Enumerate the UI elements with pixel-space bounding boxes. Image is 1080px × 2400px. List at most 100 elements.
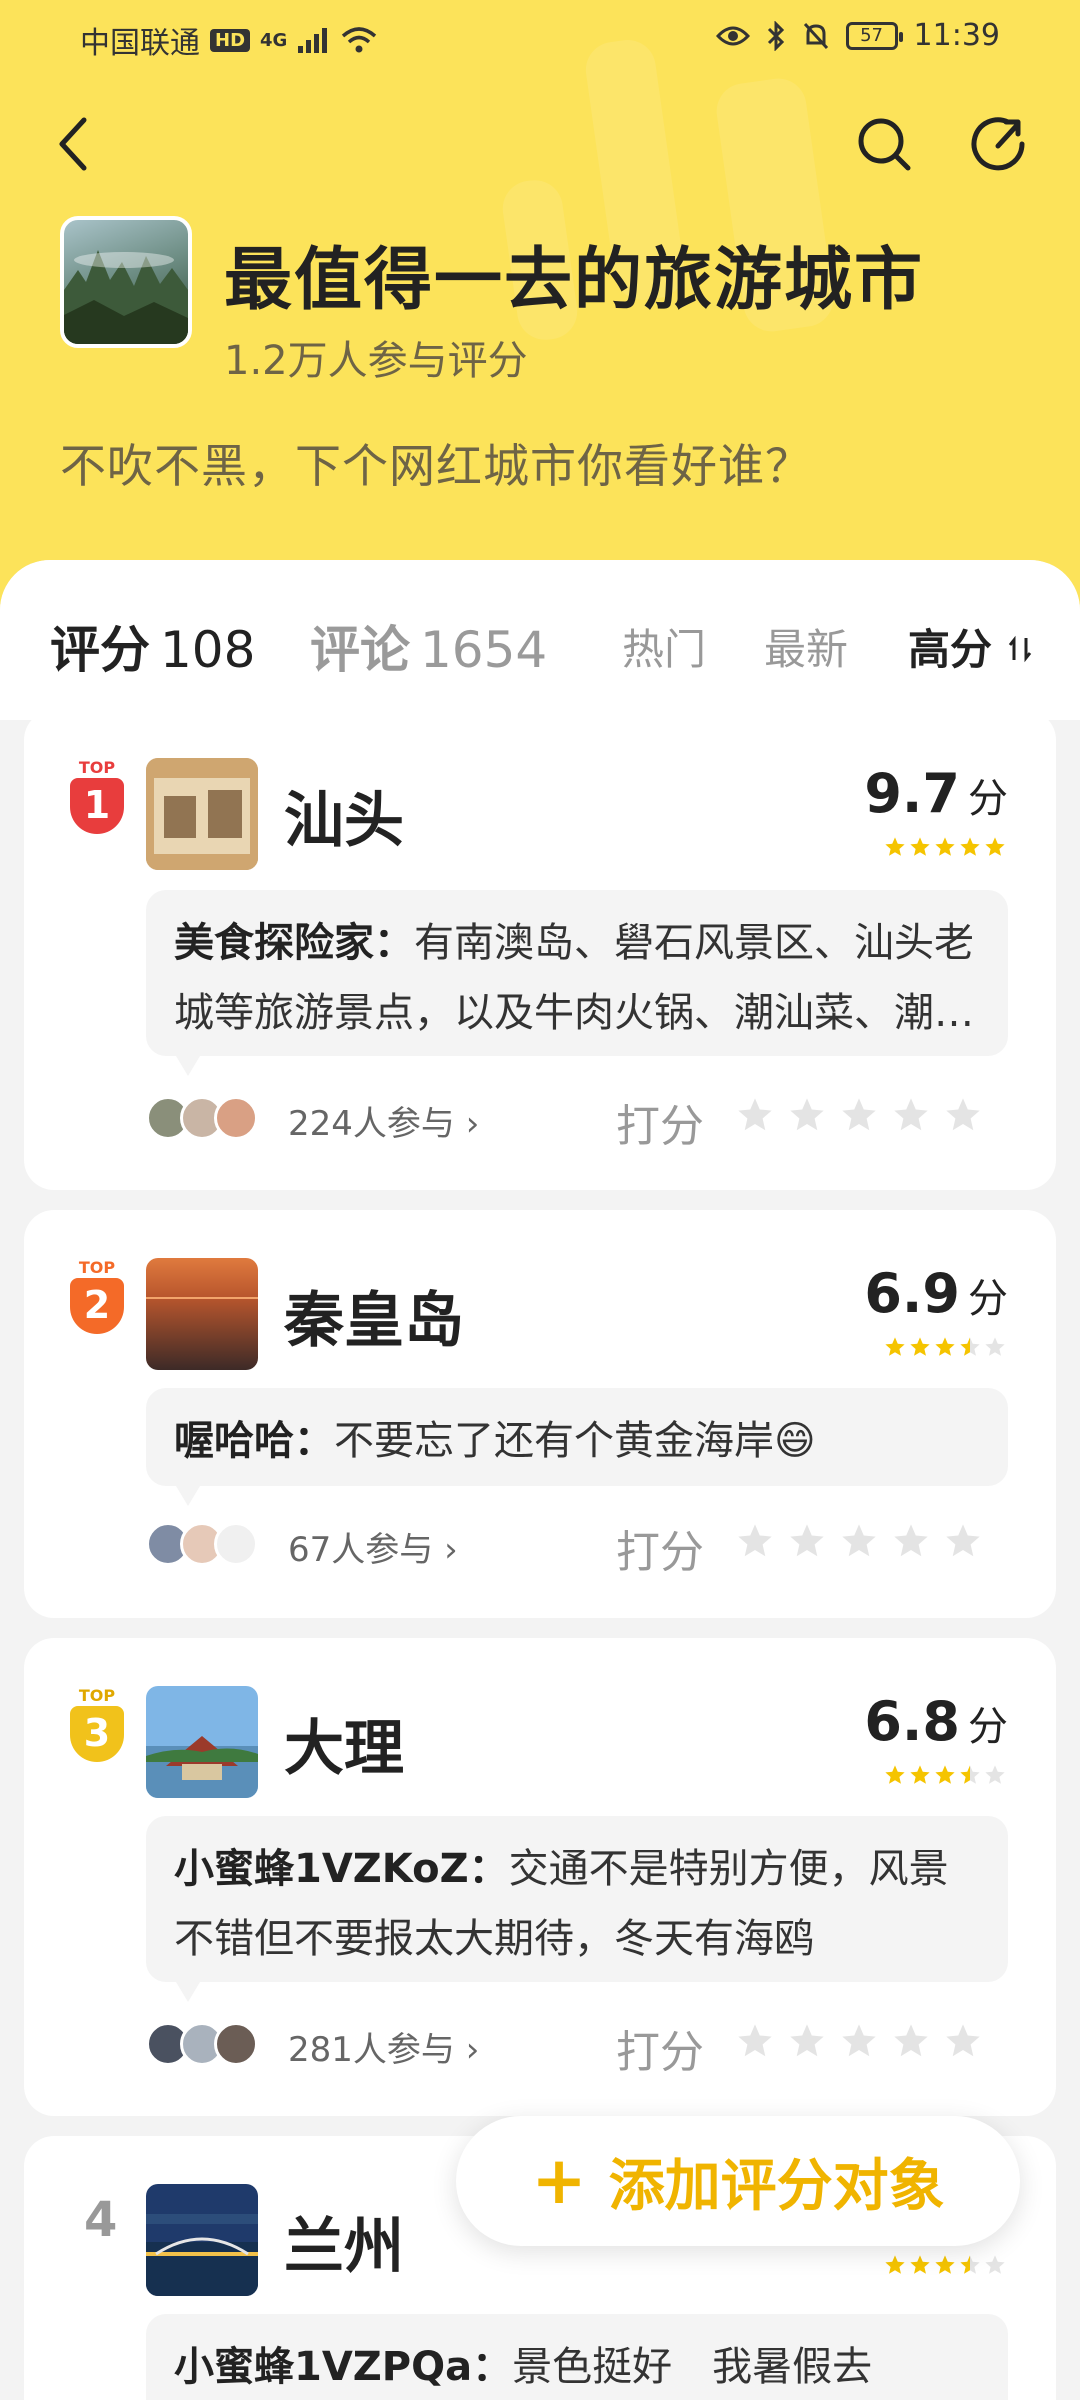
star-icon [935, 1337, 955, 1356]
rate-star-icon[interactable] [892, 1522, 930, 1560]
rate-stars-input[interactable] [736, 1096, 982, 1134]
star-icon [985, 1337, 1005, 1356]
comment-author: 小蜜蜂1VZPQa： [174, 2344, 513, 2390]
search-button[interactable] [844, 104, 924, 184]
participants-count: 281人参与 [288, 2030, 455, 2070]
rank-top-label: TOP [78, 1686, 116, 1705]
participants-link[interactable]: 224人参与 › [288, 1096, 479, 1145]
card-footer: 281人参与 › 打分 [146, 2016, 1026, 2078]
score-value: 6.9 分 [864, 1262, 1008, 1325]
comment-text: 景色挺好 我暑假去 [512, 2344, 873, 2390]
add-rating-target-button[interactable]: + 添加评分对象 [456, 2116, 1020, 2246]
top-navigation [0, 100, 1080, 190]
topic-description: 不吹不黑，下个网红城市你看好谁？ [60, 439, 812, 493]
plus-icon: + [531, 2142, 587, 2219]
comment-text: 不要忘了还有个黄金海岸 [334, 1418, 774, 1464]
star-icon [935, 2255, 955, 2274]
star-icon [910, 1337, 930, 1356]
rate-stars-input[interactable] [736, 2022, 982, 2060]
tab-comments[interactable]: 评论 1654 [310, 610, 547, 682]
rate-star-icon[interactable] [788, 2022, 826, 2060]
add-rating-target-label: 添加评分对象 [608, 2153, 945, 2219]
rate-star-icon[interactable] [788, 1522, 826, 1560]
chevron-left-icon [59, 117, 87, 171]
rate-star-icon[interactable] [736, 1096, 774, 1134]
comment-author: 小蜜蜂1VZKoZ： [174, 1846, 509, 1892]
top-comment[interactable]: 小蜜蜂1VZPQa：景色挺好 我暑假去 [146, 2314, 1008, 2400]
participants-link[interactable]: 67人参与 › [288, 1522, 458, 1571]
star-icon [885, 1765, 905, 1784]
sort-label: 高分 [908, 625, 993, 674]
bluetooth-icon [767, 20, 784, 51]
score-stars [884, 836, 1006, 858]
rate-star-icon[interactable] [840, 2022, 878, 2060]
share-button[interactable] [958, 104, 1038, 184]
score-stars [884, 1336, 1006, 1358]
city-image [146, 758, 258, 870]
rating-card[interactable]: TOP 2 秦皇岛 6.9 分 喔哈哈：不要忘了还有个黄金海岸😄 67人参与 › … [24, 1210, 1056, 1618]
sort-hot[interactable]: 热门 [622, 616, 706, 677]
rank-number: 3 [70, 1706, 124, 1762]
rating-card[interactable]: TOP 3 大理 6.8 分 小蜜蜂1VZKoZ：交通不是特别方便，风景不错但不要… [24, 1638, 1056, 2116]
rate-star-icon[interactable] [840, 1522, 878, 1560]
hd-badge: HD [210, 28, 251, 52]
rank-number: 2 [70, 1278, 124, 1334]
score-value: 6.8 分 [864, 1690, 1008, 1753]
rating-card[interactable]: TOP 1 汕头 9.7 分 美食探险家：有南澳岛、礐石风景区、汕头老城等旅游景点… [24, 710, 1056, 1190]
star-icon [935, 1765, 955, 1784]
rank-number: 1 [70, 778, 124, 834]
rate-star-icon[interactable] [944, 1096, 982, 1134]
rate-star-icon[interactable] [944, 2022, 982, 2060]
sort-latest[interactable]: 最新 [764, 616, 848, 677]
participant-avatars [146, 1096, 258, 1140]
rate-star-icon[interactable] [736, 1522, 774, 1560]
rate-star-icon[interactable] [840, 1096, 878, 1134]
share-icon [971, 117, 1025, 171]
participant-avatars [146, 2022, 258, 2066]
rank-number: 4 [84, 2192, 118, 2248]
rate-star-icon[interactable] [788, 1096, 826, 1134]
topic-cover-image [60, 216, 192, 348]
rate-star-icon[interactable] [892, 1096, 930, 1134]
page-title: 最值得一去的旅游城市 [224, 241, 925, 320]
rate-star-icon[interactable] [892, 2022, 930, 2060]
rate-stars-input[interactable] [736, 1522, 982, 1560]
rate-label: 打分 [616, 2027, 704, 2078]
rate-star-icon[interactable] [944, 1522, 982, 1560]
top-comment[interactable]: 小蜜蜂1VZKoZ：交通不是特别方便，风景不错但不要报太大期待，冬天有海鸥 [146, 1816, 1008, 2002]
header: 中国联通 HD 4G 57 11:39 最值得一去的旅游城市 1.2万人参与评分… [0, 0, 1080, 640]
back-button[interactable] [34, 104, 114, 184]
tab-ratings[interactable]: 评分 108 [50, 610, 255, 682]
rank-top-label: TOP [78, 1258, 116, 1277]
star-icon [960, 1765, 980, 1784]
chevron-right-icon: › [465, 1104, 480, 1144]
chevron-right-icon: › [465, 2030, 480, 2070]
city-image [146, 1258, 258, 1370]
battery-indicator: 57 [845, 21, 903, 50]
star-icon [960, 1337, 980, 1356]
participant-avatars [146, 1522, 258, 1566]
score-stars [884, 2254, 1006, 2276]
tab-count: 1654 [420, 621, 548, 679]
sort-highest[interactable]: 高分 [908, 616, 1033, 677]
rate-star-icon[interactable] [736, 2022, 774, 2060]
score-number: 6.8 [864, 1690, 960, 1753]
star-icon [885, 837, 905, 856]
top-comment[interactable]: 喔哈哈：不要忘了还有个黄金海岸😄 [146, 1388, 1008, 1506]
city-image [146, 1686, 258, 1798]
top-comment[interactable]: 美食探险家：有南澳岛、礐石风景区、汕头老城等旅游景点，以及牛肉火锅、潮汕菜、潮汕… [146, 890, 1008, 1076]
participants-link[interactable]: 281人参与 › [288, 2022, 479, 2071]
city-name: 秦皇岛 [284, 1286, 464, 1356]
tab-label: 评论 [310, 621, 410, 679]
city-name: 大理 [284, 1714, 404, 1784]
tab-count: 108 [160, 621, 256, 679]
network-type: 4G [260, 29, 288, 51]
mute-bell-icon [803, 22, 828, 49]
rank-badge: TOP 2 [66, 1258, 128, 1338]
card-footer: 224人参与 › 打分 [146, 1090, 1026, 1152]
carrier: 中国联通 [80, 26, 200, 61]
laughing-emoji-icon: 😄 [774, 1418, 816, 1464]
star-icon [910, 1765, 930, 1784]
score-number: 9.7 [864, 762, 960, 825]
rank-badge: TOP 1 [66, 758, 128, 838]
